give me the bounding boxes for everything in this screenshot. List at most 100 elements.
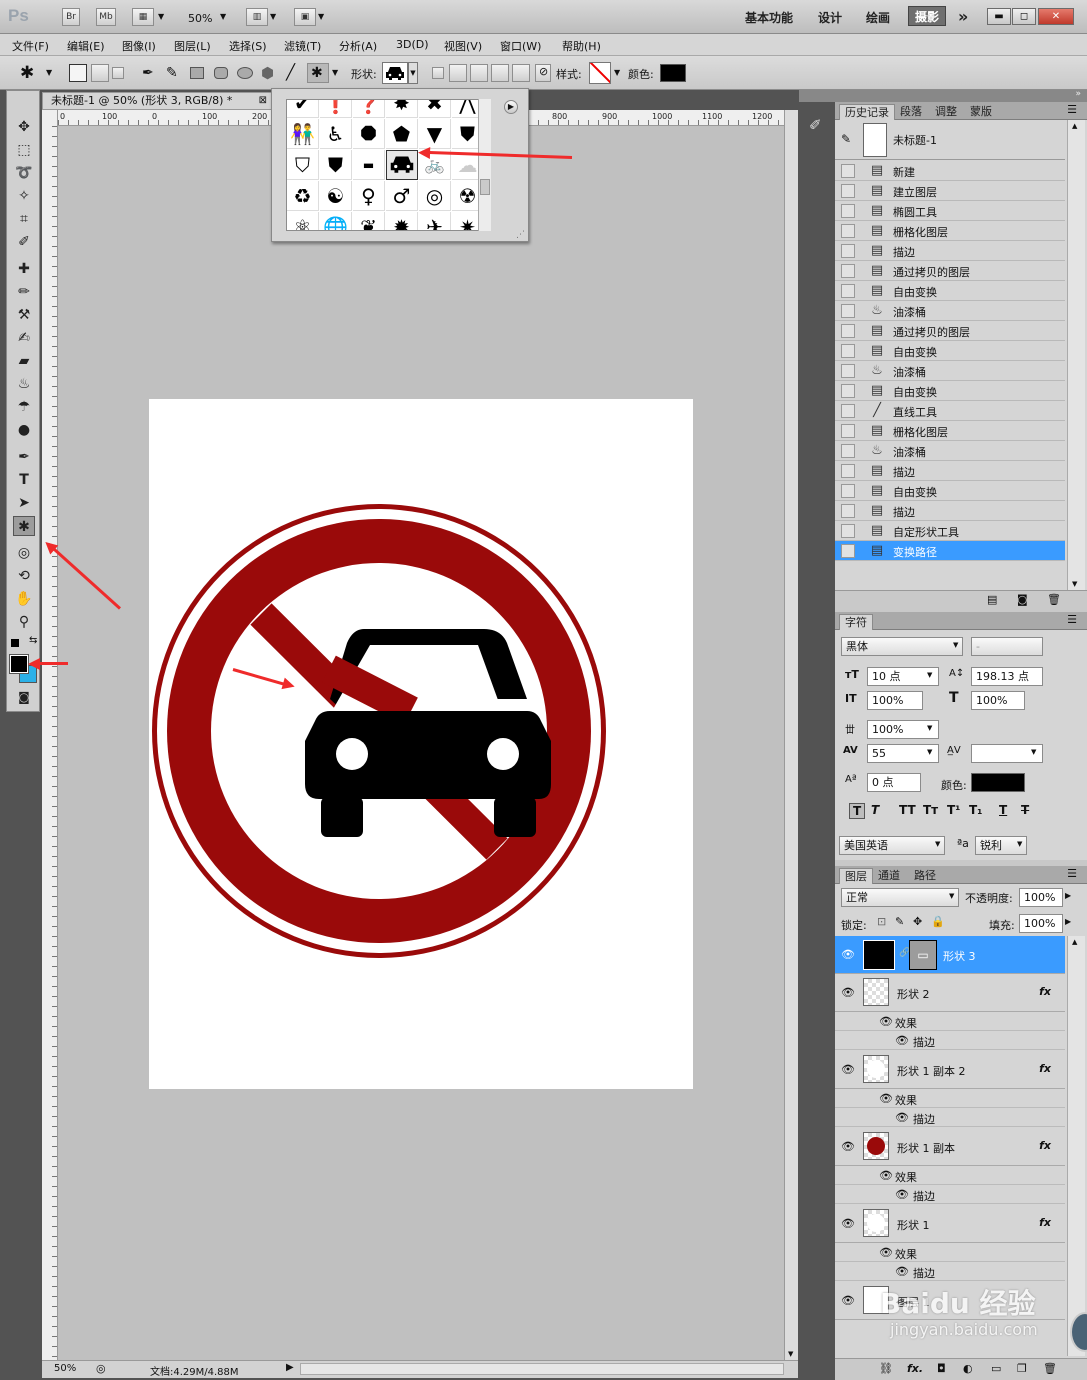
layer-row-shape-2[interactable]: 👁 形状 2 fx bbox=[835, 974, 1065, 1012]
tab-history[interactable]: 历史记录 bbox=[839, 104, 895, 120]
layer-row-shape-1-copy-2[interactable]: 👁 形状 1 副本 2 fx bbox=[835, 1051, 1065, 1089]
clone-stamp-icon[interactable]: ⚒ bbox=[13, 305, 35, 325]
healing-brush-icon[interactable]: ✚ bbox=[13, 259, 35, 279]
history-source-checkbox[interactable] bbox=[841, 304, 855, 318]
layer-row-shape-1-copy[interactable]: 👁 形状 1 副本 fx bbox=[835, 1128, 1065, 1166]
underline-button[interactable]: T bbox=[999, 803, 1007, 817]
new-group-icon[interactable]: ▭ bbox=[991, 1362, 1001, 1375]
history-source-checkbox[interactable] bbox=[841, 204, 855, 218]
history-source-checkbox[interactable] bbox=[841, 524, 855, 538]
rectangle-tool-icon[interactable] bbox=[190, 67, 204, 79]
shape-car-front[interactable] bbox=[386, 150, 418, 180]
shape-female[interactable]: ♀ bbox=[353, 181, 385, 211]
new-layer-icon[interactable]: ❐ bbox=[1017, 1362, 1027, 1375]
path-selection-icon[interactable]: ➤ bbox=[13, 493, 35, 513]
shape-grid-scrollbar[interactable] bbox=[478, 99, 491, 231]
menu-filter[interactable]: 滤镜(T) bbox=[284, 38, 321, 54]
shape-picker-toggle[interactable]: ▼ bbox=[408, 62, 418, 84]
shape-atom[interactable]: ⚛ bbox=[287, 212, 319, 230]
history-source-checkbox[interactable] bbox=[841, 484, 855, 498]
lasso-tool-icon[interactable]: ➰ bbox=[13, 163, 35, 183]
shape-yin-yang[interactable]: ☯ bbox=[320, 181, 352, 211]
type-tool-icon[interactable]: T bbox=[13, 470, 35, 490]
eraser-tool-icon[interactable]: ▰ bbox=[13, 351, 35, 371]
marquee-tool-icon[interactable]: ⬚ bbox=[13, 140, 35, 160]
all-caps-button[interactable]: TT bbox=[899, 803, 916, 817]
stroke-effect-row[interactable]: 👁 描边 bbox=[835, 1031, 1065, 1050]
history-item[interactable]: ▤ 描边 bbox=[835, 501, 1065, 521]
arrange-documents-button[interactable]: ▥ bbox=[246, 8, 268, 26]
opacity-field[interactable]: 100% bbox=[1019, 888, 1063, 907]
default-colors-icon[interactable] bbox=[11, 639, 19, 647]
scroll-down-icon[interactable]: ▼ bbox=[1072, 580, 1077, 588]
freeform-pen-icon[interactable]: ✎ bbox=[166, 65, 178, 81]
vertical-scale-field[interactable]: 100% bbox=[867, 691, 923, 710]
effects-eye-icon[interactable]: 👁 bbox=[879, 1169, 893, 1182]
dodge-tool-icon[interactable]: ● bbox=[13, 420, 35, 440]
crop-tool-icon[interactable]: ⌗ bbox=[13, 209, 35, 229]
panel-menu-icon[interactable]: ☰ bbox=[1067, 103, 1077, 116]
effects-row[interactable]: 👁 效果 bbox=[835, 1089, 1065, 1108]
panel-menu-icon[interactable]: ☰ bbox=[1067, 867, 1077, 880]
scroll-up-icon[interactable]: ▲ bbox=[1072, 122, 1077, 130]
foreground-color-swatch[interactable] bbox=[9, 654, 29, 674]
tab-character[interactable]: 字符 bbox=[839, 614, 873, 630]
layer-effects-icon[interactable]: fx bbox=[1039, 1062, 1051, 1075]
history-item[interactable]: ╱ 直线工具 bbox=[835, 401, 1065, 421]
lock-transparency-icon[interactable]: ⊡ bbox=[877, 915, 886, 928]
shape-car-side[interactable]: ▬ bbox=[353, 150, 385, 180]
menu-view[interactable]: 视图(V) bbox=[444, 38, 482, 54]
chevron-down-icon[interactable]: ▼ bbox=[318, 12, 324, 21]
stroke-effect-row[interactable]: 👁 描边 bbox=[835, 1185, 1065, 1204]
layers-scrollbar[interactable]: ▲ bbox=[1067, 936, 1085, 1356]
screen-mode-button[interactable]: ▣ bbox=[294, 8, 316, 26]
layer-fill-thumbnail[interactable] bbox=[863, 940, 895, 970]
horizontal-scale-field[interactable]: 100% bbox=[971, 691, 1025, 710]
history-item[interactable]: ▤ 栅格化图层 bbox=[835, 421, 1065, 441]
view-extras-button[interactable]: ▦ bbox=[132, 8, 154, 26]
chevron-down-icon[interactable]: ▼ bbox=[614, 68, 620, 77]
workspace-painting[interactable]: 绘画 bbox=[866, 9, 890, 26]
close-document-icon[interactable]: ⊠ bbox=[259, 93, 267, 109]
shape-shield-3[interactable]: ⛊ bbox=[320, 150, 352, 180]
shape-pedestrians[interactable]: 👫 bbox=[287, 119, 319, 149]
history-item[interactable]: ▤ 通过拷贝的图层 bbox=[835, 261, 1065, 281]
menu-analysis[interactable]: 分析(A) bbox=[339, 38, 377, 54]
menu-3d[interactable]: 3D(D) bbox=[396, 38, 429, 51]
menu-file[interactable]: 文件(F) bbox=[12, 38, 49, 54]
path-intersect-button[interactable] bbox=[491, 64, 509, 82]
rounded-rectangle-icon[interactable] bbox=[214, 67, 228, 79]
workspace-design[interactable]: 设计 bbox=[818, 9, 842, 26]
history-source-checkbox[interactable] bbox=[841, 324, 855, 338]
layer-row-shape-1[interactable]: 👁 形状 1 fx bbox=[835, 1205, 1065, 1243]
history-item[interactable]: ▤ 通过拷贝的图层 bbox=[835, 321, 1065, 341]
visibility-eye-icon[interactable]: 👁 bbox=[841, 1217, 855, 1230]
history-source-checkbox[interactable] bbox=[841, 264, 855, 278]
font-style-select[interactable]: - bbox=[971, 637, 1043, 656]
visibility-eye-icon[interactable]: 👁 bbox=[841, 1294, 855, 1307]
history-item[interactable]: ▤ 自由变换 bbox=[835, 481, 1065, 501]
layer-effects-icon[interactable]: fx bbox=[1039, 985, 1051, 998]
chevron-down-icon[interactable]: ▼ bbox=[332, 68, 338, 77]
faux-bold-button[interactable]: T bbox=[849, 803, 866, 819]
fill-field[interactable]: 100% bbox=[1019, 914, 1063, 933]
more-workspaces-button[interactable]: » bbox=[958, 7, 968, 26]
zoom-level-select[interactable]: 50% bbox=[188, 12, 212, 25]
history-scrollbar[interactable]: ▲ ▼ bbox=[1067, 120, 1085, 590]
history-source-checkbox[interactable] bbox=[841, 404, 855, 418]
maximize-button[interactable]: ◻ bbox=[1012, 8, 1036, 25]
lock-pixels-icon[interactable]: ✎ bbox=[895, 915, 904, 928]
path-add-button[interactable] bbox=[449, 64, 467, 82]
shape-leaf[interactable]: ❦ bbox=[353, 212, 385, 230]
effects-row[interactable]: 👁 效果 bbox=[835, 1012, 1065, 1031]
chevron-down-icon[interactable]: ▼ bbox=[270, 12, 276, 21]
ellipse-tool-icon[interactable] bbox=[237, 67, 253, 79]
custom-shape-tool-icon[interactable]: ✱ bbox=[13, 516, 35, 536]
history-item[interactable]: ▤ 自定形状工具 bbox=[835, 521, 1065, 541]
shape-preview[interactable] bbox=[382, 62, 408, 84]
pen-tool-icon[interactable]: ✒ bbox=[142, 65, 154, 81]
shape-burst[interactable]: ✸ bbox=[386, 100, 418, 118]
visibility-eye-icon[interactable]: 👁 bbox=[841, 948, 855, 961]
shape-globe[interactable]: 🌐 bbox=[320, 212, 352, 230]
history-source-checkbox[interactable] bbox=[841, 164, 855, 178]
